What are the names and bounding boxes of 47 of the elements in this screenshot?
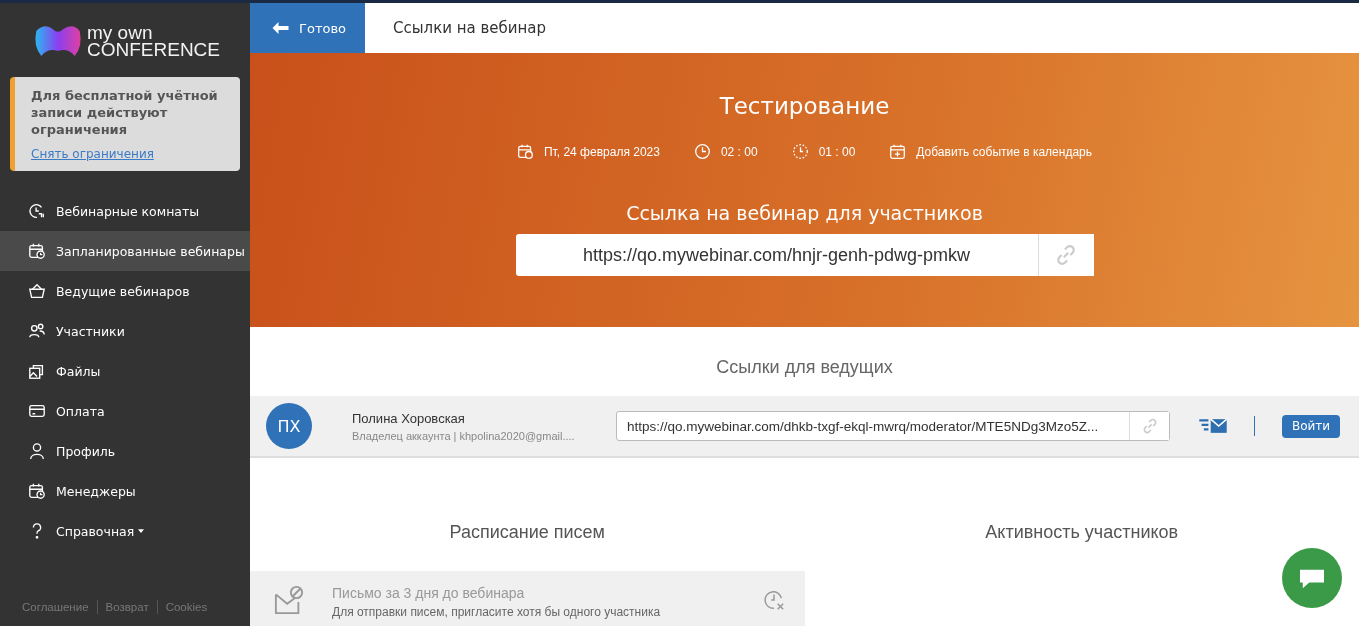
avatar: ПХ — [266, 403, 312, 449]
sidebar-item[interactable]: Участники — [0, 311, 250, 351]
images-icon — [28, 362, 46, 380]
sidebar-item[interactable]: Справочная — [0, 511, 250, 551]
clock-icon — [693, 143, 711, 160]
link-icon — [1055, 244, 1077, 266]
clock-icon — [28, 202, 46, 220]
chat-button[interactable] — [1282, 548, 1342, 608]
page-title: Ссылки на вебинар — [393, 19, 547, 37]
link-icon — [1141, 418, 1158, 434]
sidebar-item[interactable]: Ведущие вебинаров — [0, 271, 250, 311]
email-schedule-heading: Расписание писем — [448, 522, 606, 543]
notice-text: Для бесплатной учётной записи действуют ограничения — [31, 87, 219, 138]
webinar-date: Пт, 24 февраля 2023 — [543, 144, 660, 159]
mail-blocked-icon — [274, 585, 304, 615]
calendar-add-icon — [889, 143, 907, 160]
email-title: Письмо за 3 дня до вебинара — [332, 585, 526, 601]
send-mail-icon[interactable] — [1198, 418, 1228, 434]
sidebar-item[interactable]: Профиль — [0, 431, 250, 471]
sidebar-item[interactable]: Файлы — [0, 351, 250, 391]
webinar-title: Тестирование — [719, 93, 890, 119]
done-button[interactable]: Готово — [250, 3, 365, 53]
webinar-duration: 01 : 00 — [818, 144, 856, 159]
sidebar-item[interactable]: Оплата — [0, 391, 250, 431]
calendar-icon — [516, 143, 534, 160]
host-subtitle: Владелец аккаунта | khpolina2020@gmail.... — [352, 429, 576, 442]
sidebar-item[interactable]: Менеджеры — [0, 471, 250, 511]
timer-icon — [791, 143, 809, 160]
webinar-time: 02 : 00 — [720, 144, 758, 159]
sidebar-item[interactable]: Вебинарные комнаты — [0, 191, 250, 231]
participant-link-field[interactable]: https://qo.mywebinar.com/hnjr-genh-pdwg-pmkw — [515, 234, 1094, 276]
arrow-left-icon — [272, 22, 289, 34]
basket-icon — [28, 282, 46, 300]
host-name: Полина Хоровская — [352, 410, 466, 426]
email-note: Для отправки писем, пригласите хотя бы одного участника — [332, 605, 662, 619]
clock-cancel-icon — [762, 589, 785, 611]
hosts-heading: Ссылки для ведущих — [715, 357, 894, 378]
logo-text: my own CONFERENCE — [87, 24, 220, 58]
host-link-field[interactable]: https://qo.mywebinar.com/dhkb-txgf-ekql-mwrq/moderator/MTE5NDg3Mzo5Z... — [616, 411, 1170, 441]
activity-heading: Активность участников — [984, 522, 1180, 543]
card-icon — [28, 402, 46, 420]
sidebar-item[interactable]: Запланированные вебинары — [0, 231, 250, 271]
person-icon — [28, 442, 46, 460]
enter-button[interactable]: Войти — [1282, 414, 1341, 438]
users-icon — [28, 322, 46, 340]
participant-link-heading: Ссылка на вебинар для участников — [626, 202, 983, 224]
calendar-icon — [28, 242, 46, 260]
